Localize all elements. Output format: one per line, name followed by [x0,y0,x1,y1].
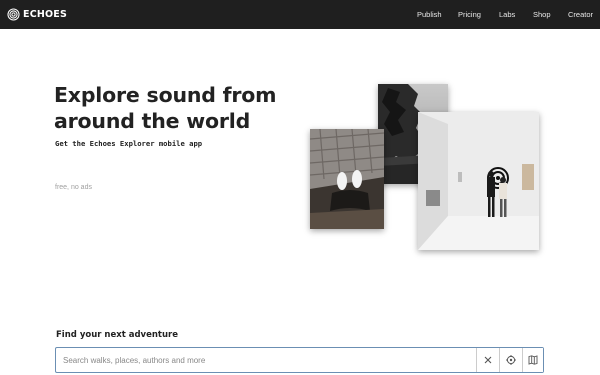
search-heading: Find your next adventure [56,330,178,340]
logo-link[interactable]: ECHOES [7,7,67,22]
search-box [55,347,544,373]
photo-feet-on-pavement [310,129,384,229]
nav-link-creator[interactable]: Creator [568,10,593,19]
hero-title-line-1: Explore sound from [54,83,277,107]
logo-text: ECHOES [23,9,68,20]
app-promo-link[interactable]: Get the Echoes Explorer mobile app [55,139,202,148]
clear-search-button[interactable] [476,348,499,372]
hero-title-line-2: around the world [54,109,251,133]
nav-link-labs[interactable]: Labs [499,10,515,19]
crosshair-locate-icon [506,355,516,365]
search-input[interactable] [56,348,476,372]
hero-title: Explore sound from around the world [54,82,277,134]
nav-link-pricing[interactable]: Pricing [458,10,481,19]
photo-gallery-visitors [418,112,539,250]
top-navigation-bar: ECHOES Publish Pricing Labs Shop Creator [0,0,600,29]
map-view-button[interactable] [522,348,543,372]
logo-spiral-icon [7,8,20,21]
nav-link-publish[interactable]: Publish [417,10,442,19]
close-icon [484,356,492,364]
map-icon [528,355,538,365]
locate-me-button[interactable] [499,348,522,372]
hero-note: free, no ads [55,184,92,191]
nav-link-shop[interactable]: Shop [533,10,551,19]
